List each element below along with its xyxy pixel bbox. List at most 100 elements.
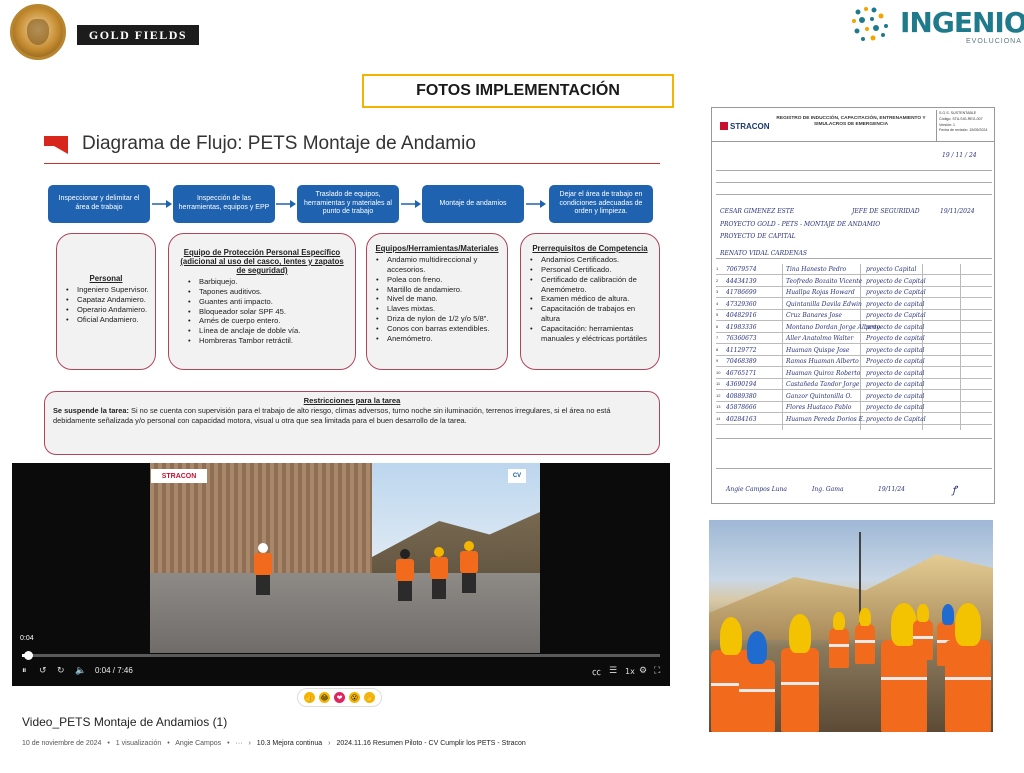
playback-speed[interactable]: 1x bbox=[625, 665, 635, 677]
table-row: 13 45878666 Flores Huataco Pablo proyecto d… bbox=[716, 404, 992, 413]
row-area: proyecto de capital bbox=[866, 369, 925, 377]
worker-figure bbox=[829, 612, 849, 668]
row-number: 9 bbox=[716, 358, 719, 363]
rewind-icon[interactable]: ↺ bbox=[39, 665, 47, 677]
arrow-right-icon bbox=[526, 200, 546, 208]
row-area: proyecto de capital bbox=[866, 404, 925, 411]
row-name: Teofredo Bozaito Vicente bbox=[786, 277, 863, 285]
list-item: Polea con freno. bbox=[373, 275, 501, 285]
row-area: proyecto de Capital bbox=[866, 312, 926, 319]
stracon-watermark: STRACON bbox=[151, 469, 207, 483]
row-area: Proyecto de capital bbox=[866, 358, 925, 365]
list-item: Martillo de andamiero. bbox=[373, 285, 501, 295]
handwritten-field: JEFE DE SEGURIDAD bbox=[852, 208, 920, 215]
row-dni: 41786699 bbox=[726, 289, 757, 296]
table-row: 3 41786699 Huallpa Rojas Howard proyecto de… bbox=[716, 289, 992, 298]
worker-figure bbox=[855, 608, 875, 664]
reaction-bar: 👍 😂 ❤ 😮 👏 bbox=[297, 688, 382, 707]
flow-step-4: Montaje de andamios bbox=[422, 185, 524, 223]
video-player[interactable]: STRACON CV 0:04 ⏸ ↺ ↻ 🔈 0:04 / 7:46 ㏄ ☰ … bbox=[12, 463, 670, 686]
video-progress-bar[interactable] bbox=[22, 651, 660, 660]
row-area: proyecto de capital bbox=[866, 392, 925, 400]
list-item: Andamios Certificados. bbox=[527, 255, 653, 265]
ingenio-wordmark: INGENIO bbox=[900, 6, 1024, 39]
row-dni: 41983336 bbox=[726, 323, 757, 331]
table-row: 10 46765171 Huaman Quiroz Roberto proyecto … bbox=[716, 370, 992, 379]
breadcrumb-item[interactable]: 2024.11.16 Resumen Piloto - CV Cumplir l… bbox=[336, 740, 525, 747]
table-row: 8 41129772 Huaman Quispe Jose proyecto de c… bbox=[716, 347, 992, 356]
video-meta: 10 de noviembre de 2024 • 1 visualizació… bbox=[22, 740, 526, 747]
table-row: 9 70468389 Ramos Huaman Alberto Proyecto de… bbox=[716, 358, 992, 367]
fullscreen-icon[interactable]: ⛶ bbox=[654, 665, 660, 677]
worker-figure bbox=[252, 543, 274, 595]
row-number: 1 bbox=[716, 266, 719, 271]
worker-figure bbox=[945, 603, 991, 732]
row-dni: 40482916 bbox=[726, 312, 757, 319]
meta-author[interactable]: Angie Campos bbox=[175, 740, 221, 747]
table-row: 6 41983336 Montano Dordan Jorge Alberto pro… bbox=[716, 324, 992, 333]
row-name: Huallpa Rojas Howard bbox=[786, 289, 855, 296]
list-item: Examen médico de altura. bbox=[527, 294, 653, 304]
volume-icon[interactable]: 🔈 bbox=[75, 665, 86, 677]
clap-icon[interactable]: 👏 bbox=[364, 692, 375, 703]
progress-knob[interactable] bbox=[23, 651, 33, 660]
personal-card: Personal Ingeniero Supervisor. Capataz A… bbox=[56, 233, 156, 370]
gold-fields-logo: GOLD FIELDS bbox=[77, 25, 199, 45]
row-number: 14 bbox=[716, 415, 721, 421]
title-divider bbox=[44, 163, 660, 164]
diagram-title: Diagrama de Flujo: PETS Montaje de Andam… bbox=[82, 133, 476, 154]
row-number: 5 bbox=[716, 312, 719, 317]
handwritten-field: RENATO VIDAL CARDENAS bbox=[720, 250, 808, 257]
red-flag-icon bbox=[44, 136, 68, 154]
row-number: 4 bbox=[716, 300, 719, 306]
card-heading: Personal bbox=[89, 274, 123, 283]
wow-icon[interactable]: 😮 bbox=[349, 692, 360, 703]
row-name: Aller Anatolmo Walter bbox=[786, 335, 854, 342]
row-dni: 46765171 bbox=[726, 369, 757, 377]
row-number: 2 bbox=[716, 277, 719, 283]
heart-icon[interactable]: ❤ bbox=[334, 692, 345, 703]
row-area: proyecto de capital bbox=[866, 323, 925, 331]
row-name: Ramos Huaman Alberto bbox=[786, 358, 859, 365]
row-number: 11 bbox=[716, 381, 721, 386]
list-item: Línea de anclaje de doble vía. bbox=[185, 326, 349, 336]
row-number: 3 bbox=[716, 289, 719, 294]
table-row: 14 40284163 Huaman Pereda Dorios E. proyect… bbox=[716, 416, 992, 425]
row-dni: 70679574 bbox=[726, 266, 757, 273]
ingenio-logo: INGENIO EVOLUCIONA bbox=[848, 2, 1024, 48]
list-item: Arnés de cuerpo entero. bbox=[185, 316, 349, 326]
settings-bars-icon[interactable]: ☰ bbox=[609, 665, 617, 677]
pause-icon[interactable]: ⏸ bbox=[22, 665, 27, 677]
footer-role: Ing. Gama bbox=[812, 486, 844, 493]
handwritten-field: PROYECTO GOLD - PETS - MONTAJE DE ANDAMI… bbox=[720, 221, 881, 228]
list-item: Anemómetro. bbox=[373, 334, 501, 344]
captions-icon[interactable]: ㏄ bbox=[592, 665, 601, 678]
stracon-logo: STRACON bbox=[720, 122, 770, 131]
list-item: Personal Certificado. bbox=[527, 265, 653, 275]
row-area: Proyecto de capital bbox=[866, 335, 925, 342]
row-dni: 43690194 bbox=[726, 381, 757, 388]
row-name: Tina Hanesto Pedro bbox=[786, 266, 847, 273]
flow-step-3: Traslado de equipos, herramientas y mate… bbox=[297, 185, 399, 223]
gear-icon[interactable]: ⚙ bbox=[639, 665, 647, 677]
form-rule bbox=[716, 468, 992, 469]
thumbs-up-icon[interactable]: 👍 bbox=[304, 692, 315, 703]
form-code-box: S.G.S. SUSTENTABLE Código: STA-SIG-REG-0… bbox=[936, 110, 994, 142]
row-area: proyecto Capital bbox=[866, 266, 917, 273]
forward-icon[interactable]: ↻ bbox=[57, 665, 65, 677]
list-item: Nivel de mano. bbox=[373, 294, 501, 304]
more-options[interactable]: ··· bbox=[236, 740, 243, 747]
breadcrumb-item[interactable]: 10.3 Mejora continua bbox=[257, 740, 322, 747]
arrow-right-icon bbox=[276, 200, 296, 208]
row-area: proyecto de capital bbox=[866, 300, 925, 308]
row-number: 7 bbox=[716, 335, 719, 340]
row-dni: 45878666 bbox=[726, 404, 757, 411]
laugh-icon[interactable]: 😂 bbox=[319, 692, 330, 703]
epp-card: Equipo de Protección Personal Específico… bbox=[168, 233, 356, 370]
list-item: Capataz Andamiero. bbox=[63, 295, 149, 305]
flow-step-1: Inspeccionar y delimitar el área de trab… bbox=[48, 185, 150, 223]
table-row: 11 43690194 Castañeda Tandor Jorge proyecto… bbox=[716, 381, 992, 390]
form-title: REGISTRO DE INDUCCIÓN, CAPACITACIÓN, ENT… bbox=[776, 116, 926, 128]
flow-step-5: Dejar el área de trabajo en condiciones … bbox=[549, 185, 653, 223]
handwritten-field: PROYECTO DE CAPITAL bbox=[720, 233, 796, 240]
